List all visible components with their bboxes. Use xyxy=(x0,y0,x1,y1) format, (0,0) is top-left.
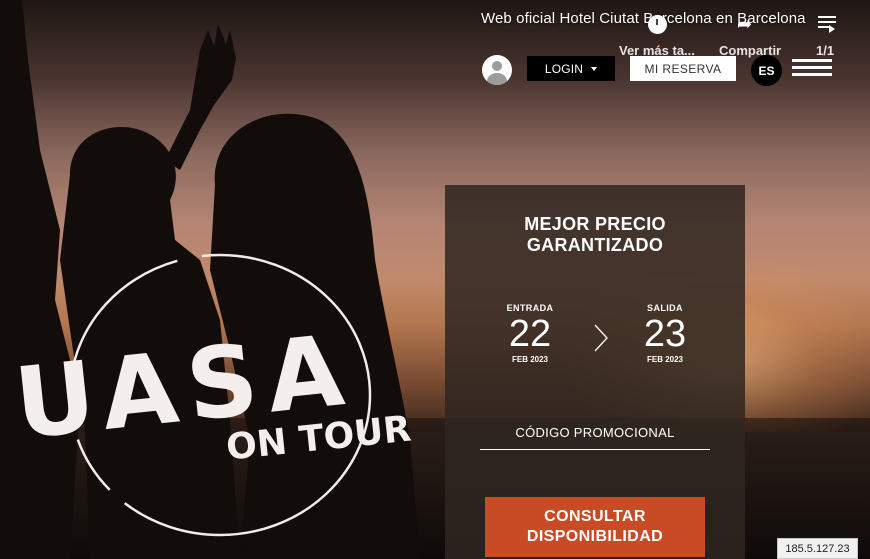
chevron-down-icon xyxy=(591,66,598,71)
login-button[interactable]: LOGIN xyxy=(527,56,615,81)
video-title[interactable]: Web oficial Hotel Ciutat Barcelona en Ba… xyxy=(481,10,806,27)
chevron-right-icon xyxy=(594,324,608,352)
booking-widget: MEJOR PRECIO GARANTIZADO ENTRADA 22 FEB … xyxy=(445,185,745,559)
checkin-date[interactable]: ENTRADA 22 FEB 2023 xyxy=(485,303,575,364)
headline-line1: MEJOR PRECIO xyxy=(524,214,666,234)
promo-code-field[interactable]: CÓDIGO PROMOCIONAL xyxy=(480,418,710,450)
watch-later-icon[interactable] xyxy=(648,15,667,34)
share-icon[interactable]: ➦ xyxy=(737,15,752,33)
user-account-icon[interactable] xyxy=(482,55,512,85)
checkout-date[interactable]: SALIDA 23 FEB 2023 xyxy=(620,303,710,364)
checkout-day: 23 xyxy=(643,313,687,355)
uasa-on-tour-logo: UASA ON TOUR xyxy=(10,253,413,537)
checkout-label: SALIDA xyxy=(647,303,683,313)
headline-line2: GARANTIZADO xyxy=(526,235,664,255)
checkin-day: 22 xyxy=(508,313,552,355)
check-availability-button[interactable]: CONSULTAR DISPONIBILIDAD xyxy=(485,497,705,557)
cta-line1: CONSULTAR xyxy=(544,508,646,525)
checkin-month: FEB 2023 xyxy=(511,355,549,364)
checkin-label: ENTRADA xyxy=(506,303,554,313)
ip-address-badge: 185.5.127.23 xyxy=(777,538,858,559)
my-reservation-button[interactable]: MI RESERVA xyxy=(630,56,736,81)
best-price-headline: MEJOR PRECIO GARANTIZADO xyxy=(445,214,745,256)
menu-icon[interactable] xyxy=(792,59,832,79)
cta-line2: DISPONIBILIDAD xyxy=(526,528,664,545)
language-selector[interactable]: ES xyxy=(751,55,782,86)
playlist-counter: 1/1 xyxy=(816,43,835,58)
login-label: LOGIN xyxy=(544,61,584,76)
checkout-month: FEB 2023 xyxy=(646,355,684,364)
playlist-icon[interactable] xyxy=(818,16,836,33)
